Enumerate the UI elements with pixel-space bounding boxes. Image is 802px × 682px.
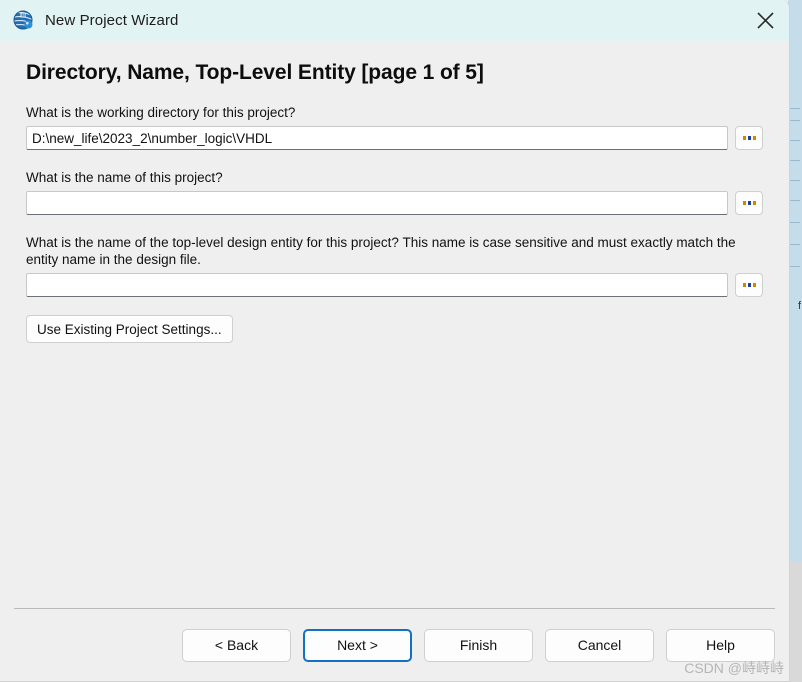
title-bar: New Project Wizard bbox=[0, 0, 789, 41]
top-level-entity-label: What is the name of the top-level design… bbox=[26, 235, 736, 267]
top-level-entity-input[interactable] bbox=[26, 273, 728, 297]
ellipsis-dot-icon bbox=[747, 283, 751, 287]
wizard-footer: < Back Next > Finish Cancel Help bbox=[0, 609, 789, 681]
ellipsis-dot-icon bbox=[747, 201, 751, 205]
help-button[interactable]: Help bbox=[666, 628, 775, 662]
page-title: Directory, Name, Top-Level Entity [page … bbox=[26, 61, 484, 84]
project-name-input[interactable] bbox=[26, 191, 728, 215]
quartus-globe-icon bbox=[13, 10, 35, 32]
ellipsis-dot-icon bbox=[742, 136, 746, 140]
background-app-strip: f bbox=[788, 0, 802, 682]
cancel-button[interactable]: Cancel bbox=[545, 628, 654, 662]
ellipsis-dot-icon bbox=[742, 201, 746, 205]
top-level-entity-row bbox=[26, 273, 763, 297]
background-glyph: f bbox=[797, 300, 801, 312]
close-icon[interactable] bbox=[741, 0, 789, 41]
window-title: New Project Wizard bbox=[45, 12, 179, 29]
use-existing-project-settings-button[interactable]: Use Existing Project Settings... bbox=[26, 315, 233, 343]
ellipsis-dot-icon bbox=[752, 201, 756, 205]
finish-button[interactable]: Finish bbox=[424, 628, 533, 662]
new-project-wizard-dialog: New Project Wizard Directory, Name, Top-… bbox=[0, 0, 790, 682]
ellipsis-dot-icon bbox=[752, 136, 756, 140]
background-taskbar bbox=[788, 562, 802, 682]
working-directory-row bbox=[26, 126, 763, 150]
back-button[interactable]: < Back bbox=[182, 628, 291, 662]
ellipsis-dot-icon bbox=[752, 283, 756, 287]
ellipsis-dot-icon bbox=[742, 283, 746, 287]
ellipsis-dot-icon bbox=[747, 136, 751, 140]
next-button[interactable]: Next > bbox=[303, 628, 412, 662]
working-directory-browse-button[interactable] bbox=[735, 126, 763, 150]
working-directory-label: What is the working directory for this p… bbox=[26, 105, 296, 120]
project-name-browse-button[interactable] bbox=[735, 191, 763, 215]
top-level-entity-browse-button[interactable] bbox=[735, 273, 763, 297]
working-directory-input[interactable] bbox=[26, 126, 728, 150]
project-name-row bbox=[26, 191, 763, 215]
wizard-content: Directory, Name, Top-Level Entity [page … bbox=[0, 41, 789, 608]
project-name-label: What is the name of this project? bbox=[26, 170, 223, 185]
